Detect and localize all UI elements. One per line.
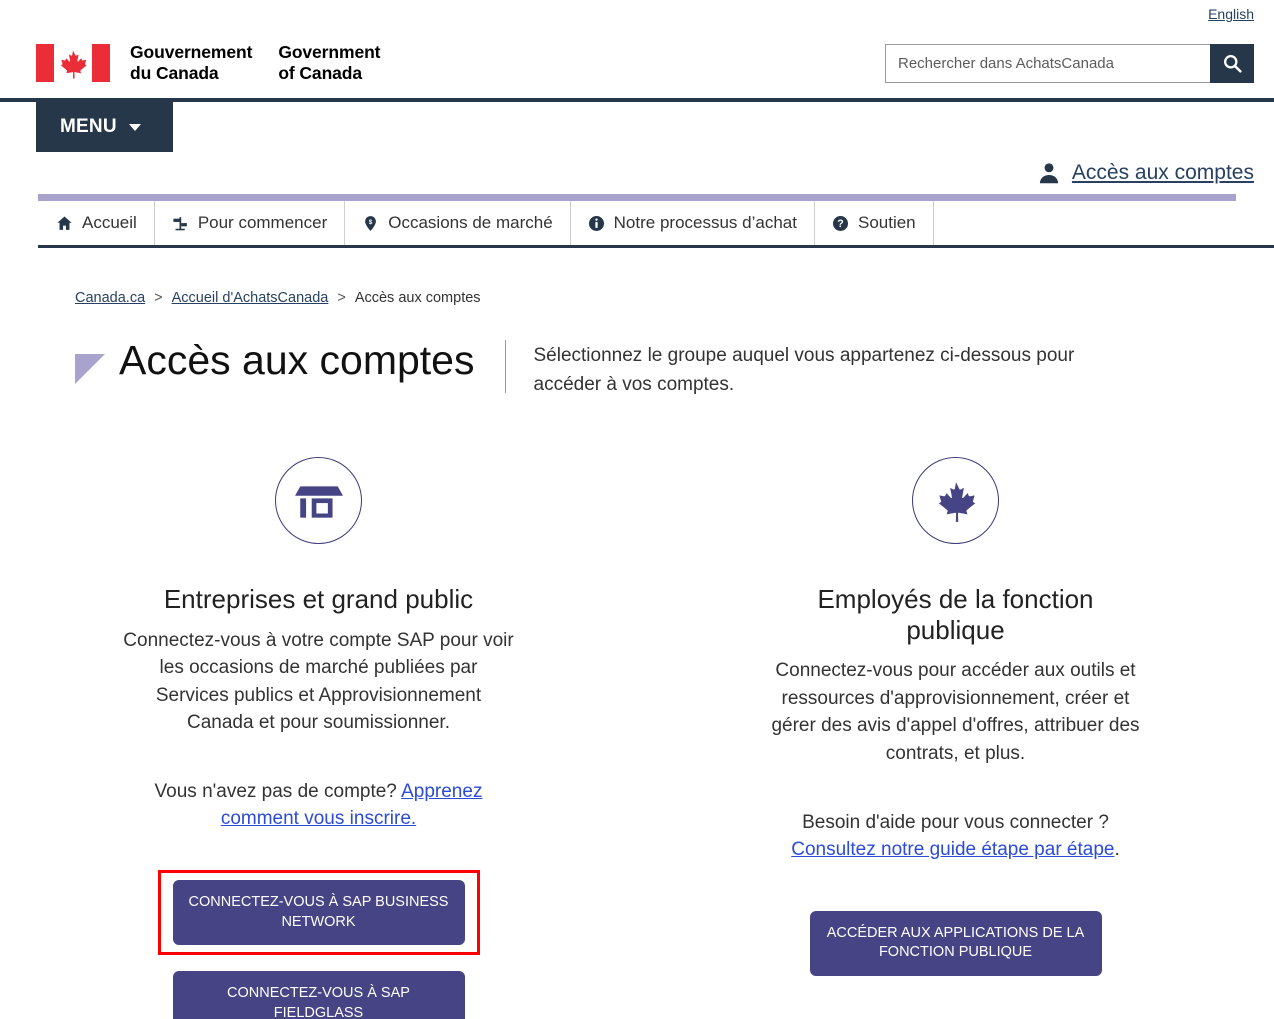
menu-row: MENU	[0, 102, 1274, 152]
wordmark-fr-line1: Gouvernement	[130, 41, 253, 62]
account-access-row: Accès aux comptes	[0, 152, 1274, 194]
wordmark-en-line1: Government	[278, 41, 381, 62]
svg-text:?: ?	[837, 218, 843, 230]
storefront-icon-circle	[275, 457, 362, 544]
card-body-entreprises: Connectez-vous à votre compte SAP pour v…	[123, 629, 514, 734]
nav-label-accueil: Accueil	[82, 213, 137, 232]
highlight-box-sap-business-network: CONNECTEZ-VOUS À SAP BUSINESS NETWORK	[157, 869, 480, 956]
breadcrumb-item-accueil-achatscanada[interactable]: Accueil d'AchatsCanada	[172, 290, 329, 306]
chevron-down-icon	[128, 123, 141, 131]
breadcrumb-item-canada-ca[interactable]: Canada.ca	[75, 290, 145, 306]
card-body-employes: Connectez-vous pour accéder aux outils e…	[771, 660, 1140, 764]
storefront-icon	[294, 485, 343, 518]
maple-leaf-icon-circle	[912, 457, 999, 544]
nav-item-occasions-de-marche[interactable]: $ Occasions de marché	[345, 201, 571, 245]
purple-accent-rule	[38, 194, 1236, 201]
page-title: Accès aux comptes	[119, 337, 475, 383]
link-consultez-notre-guide[interactable]: Consultez notre guide étape par étape	[791, 839, 1114, 860]
left-card-buttons: CONNECTEZ-VOUS À SAP BUSINESS NETWORK CO…	[157, 852, 480, 1019]
main-menu-button[interactable]: MENU	[36, 102, 173, 152]
government-wordmark: Gouvernement du Canada Government of Can…	[130, 42, 380, 85]
title-divider	[504, 340, 506, 393]
nav-item-accueil[interactable]: Accueil	[38, 201, 155, 245]
wordmark-fr-line2: du Canada	[130, 63, 219, 83]
page-title-block: Accès aux comptes Sélectionnez le groupe…	[75, 337, 1274, 399]
wordmark-en-line2: of Canada	[278, 63, 363, 83]
main-menu-label: MENU	[60, 116, 117, 137]
card-sub-suffix: .	[1114, 839, 1120, 861]
nav-label-soutien: Soutien	[857, 213, 916, 232]
maple-leaf-icon	[938, 481, 975, 522]
nav-label-pour-commencer: Pour commencer	[197, 213, 328, 232]
brand-header: Gouvernement du Canada Government of Can…	[0, 28, 1274, 98]
button-acceder-aux-applications-fonction-publique[interactable]: ACCÉDER AUX APPLICATIONS DE LA FONCTION …	[809, 910, 1102, 976]
button-connectez-vous-sap-business-network[interactable]: CONNECTEZ-VOUS À SAP BUSINESS NETWORK	[172, 879, 465, 946]
nav-item-pour-commencer[interactable]: Pour commencer	[155, 201, 346, 245]
page-subtitle: Sélectionnez le groupe auquel vous appar…	[533, 345, 1075, 395]
breadcrumb: Canada.ca > Accueil d'AchatsCanada > Acc…	[75, 290, 1274, 306]
nav-item-soutien[interactable]: ? Soutien	[815, 201, 934, 245]
info-circle-icon	[588, 215, 605, 232]
canada-flag-icon	[36, 44, 110, 82]
svg-text:$: $	[369, 218, 373, 225]
card-sub-prefix: Besoin d'aide pour vous connecter ?	[802, 811, 1109, 833]
breadcrumb-separator: >	[154, 290, 163, 306]
search-input[interactable]	[885, 43, 1210, 83]
search-button[interactable]	[1210, 43, 1254, 83]
language-toggle-link[interactable]: English	[1208, 6, 1254, 22]
card-title-employes: Employés de la fonction publique	[817, 584, 1094, 645]
breadcrumb-item-current: Accès aux comptes	[354, 290, 481, 306]
card-entreprises-et-grand-public: Entreprises et grand public Connectez-vo…	[0, 457, 637, 1019]
triangle-marker-icon	[75, 354, 105, 384]
site-search	[885, 43, 1254, 83]
map-pin-dollar-icon: $	[362, 215, 379, 232]
site-navigation: Accueil Pour commencer $ Occasions de ma…	[38, 201, 1274, 248]
question-circle-icon: ?	[832, 215, 849, 232]
breadcrumb-separator: >	[337, 290, 346, 306]
card-sub-employes: Besoin d'aide pour vous connecter ? Cons…	[760, 809, 1152, 864]
search-icon	[1223, 54, 1242, 73]
account-group-cards: Entreprises et grand public Connectez-vo…	[0, 457, 1274, 1019]
button-connectez-vous-sap-fieldglass[interactable]: CONNECTEZ-VOUS À SAP FIELDGLASS	[172, 971, 465, 1019]
account-access-link[interactable]: Accès aux comptes	[1072, 161, 1254, 185]
nav-label-occasions-de-marche: Occasions de marché	[388, 213, 553, 232]
home-icon	[56, 215, 73, 232]
user-icon	[1039, 163, 1059, 184]
card-sub-entreprises: Vous n'avez pas de compte? Apprenez comm…	[123, 778, 515, 833]
card-employes-de-la-fonction-publique: Employés de la fonction publique Connect…	[637, 457, 1274, 1019]
signpost-icon	[172, 215, 189, 232]
card-title-entreprises: Entreprises et grand public	[163, 584, 474, 614]
right-card-buttons: ACCÉDER AUX APPLICATIONS DE LA FONCTION …	[809, 910, 1102, 976]
language-bar: English	[0, 0, 1274, 28]
card-sub-prefix: Vous n'avez pas de compte?	[154, 780, 402, 802]
nav-label-notre-processus-dachat: Notre processus d’achat	[613, 213, 797, 232]
nav-item-notre-processus-dachat[interactable]: Notre processus d’achat	[571, 201, 815, 245]
